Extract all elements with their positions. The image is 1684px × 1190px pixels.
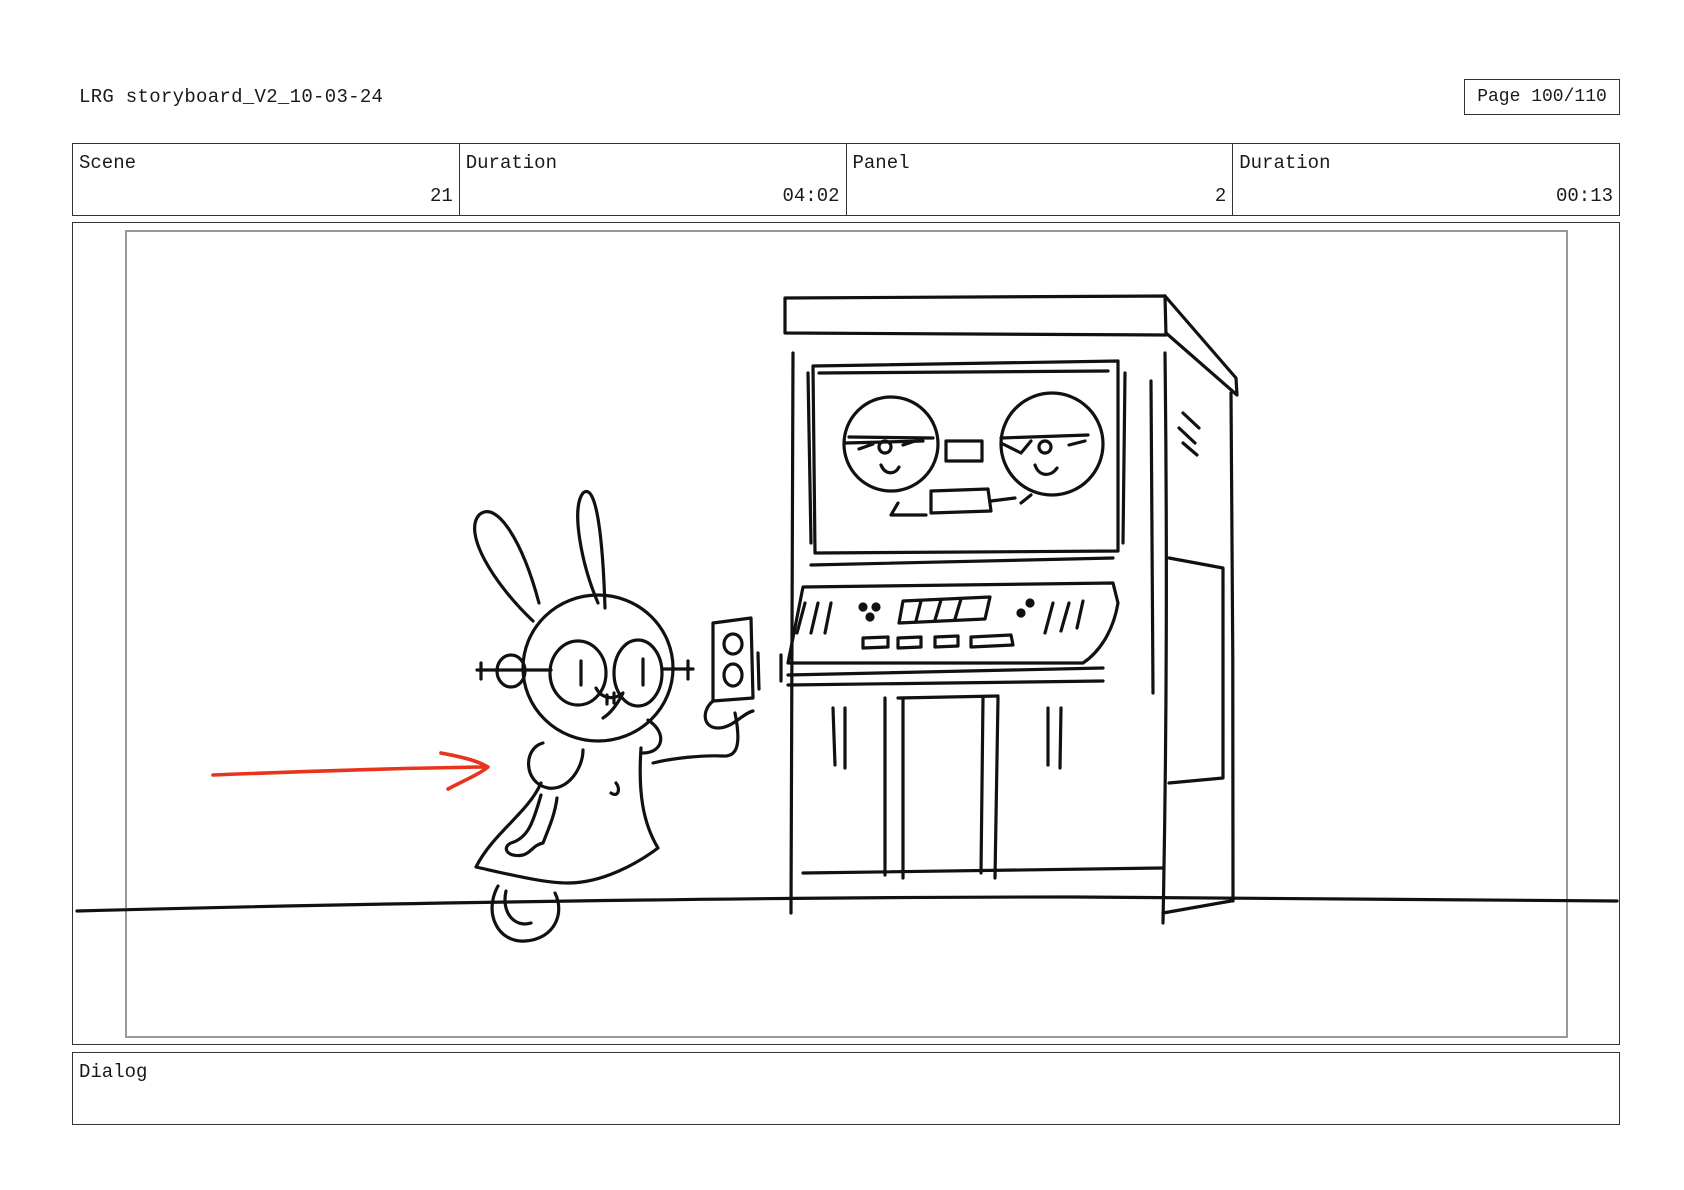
machine-right-edge bbox=[1161, 351, 1168, 925]
panel-cell: Panel 2 bbox=[847, 144, 1234, 215]
character-collar bbox=[527, 741, 585, 790]
scene-duration-label: Duration bbox=[465, 152, 557, 174]
scene-value: 21 bbox=[429, 185, 453, 207]
scene-cell: Scene 21 bbox=[73, 144, 460, 215]
panel-value: 2 bbox=[1214, 185, 1227, 207]
machine-screen-frame bbox=[811, 359, 1120, 555]
machine-base bbox=[831, 706, 847, 770]
machine-top bbox=[783, 294, 1168, 337]
scene-label: Scene bbox=[79, 152, 137, 174]
machine-side-panel bbox=[1229, 391, 1235, 903]
panel-duration-cell: Duration 00:13 bbox=[1233, 144, 1619, 215]
character-body bbox=[474, 746, 660, 885]
scene-duration-value: 04:02 bbox=[782, 185, 840, 207]
character-right-ear bbox=[576, 489, 607, 610]
info-row: Scene 21 Duration 04:02 Panel 2 Duration… bbox=[72, 143, 1620, 216]
character-foot bbox=[490, 884, 561, 943]
machine-top-side bbox=[1163, 294, 1239, 397]
machine-control-panel bbox=[786, 581, 1120, 665]
panel-duration-value: 00:13 bbox=[1555, 185, 1613, 207]
storyboard-panel bbox=[72, 222, 1620, 1045]
scene-duration-cell: Duration 04:02 bbox=[460, 144, 847, 215]
character-left-ear bbox=[473, 510, 541, 623]
character-head bbox=[521, 593, 675, 743]
panel-label: Panel bbox=[852, 152, 910, 174]
page-indicator: Page 100/110 bbox=[1464, 79, 1620, 115]
screen-face-right bbox=[999, 391, 1105, 497]
panel-duration-label: Duration bbox=[1239, 152, 1331, 174]
dialog-box: Dialog bbox=[72, 1052, 1620, 1125]
motion-arrow bbox=[211, 765, 487, 777]
motion-arrow-head bbox=[439, 751, 490, 791]
panel-drawing bbox=[75, 294, 1619, 943]
character-device bbox=[711, 616, 755, 703]
ground-line bbox=[75, 895, 1619, 913]
document-title: LRG storyboard_V2_10-03-24 bbox=[79, 86, 384, 108]
character-arm bbox=[651, 711, 740, 765]
character-glasses-left bbox=[548, 639, 608, 707]
dialog-label: Dialog bbox=[79, 1061, 148, 1083]
